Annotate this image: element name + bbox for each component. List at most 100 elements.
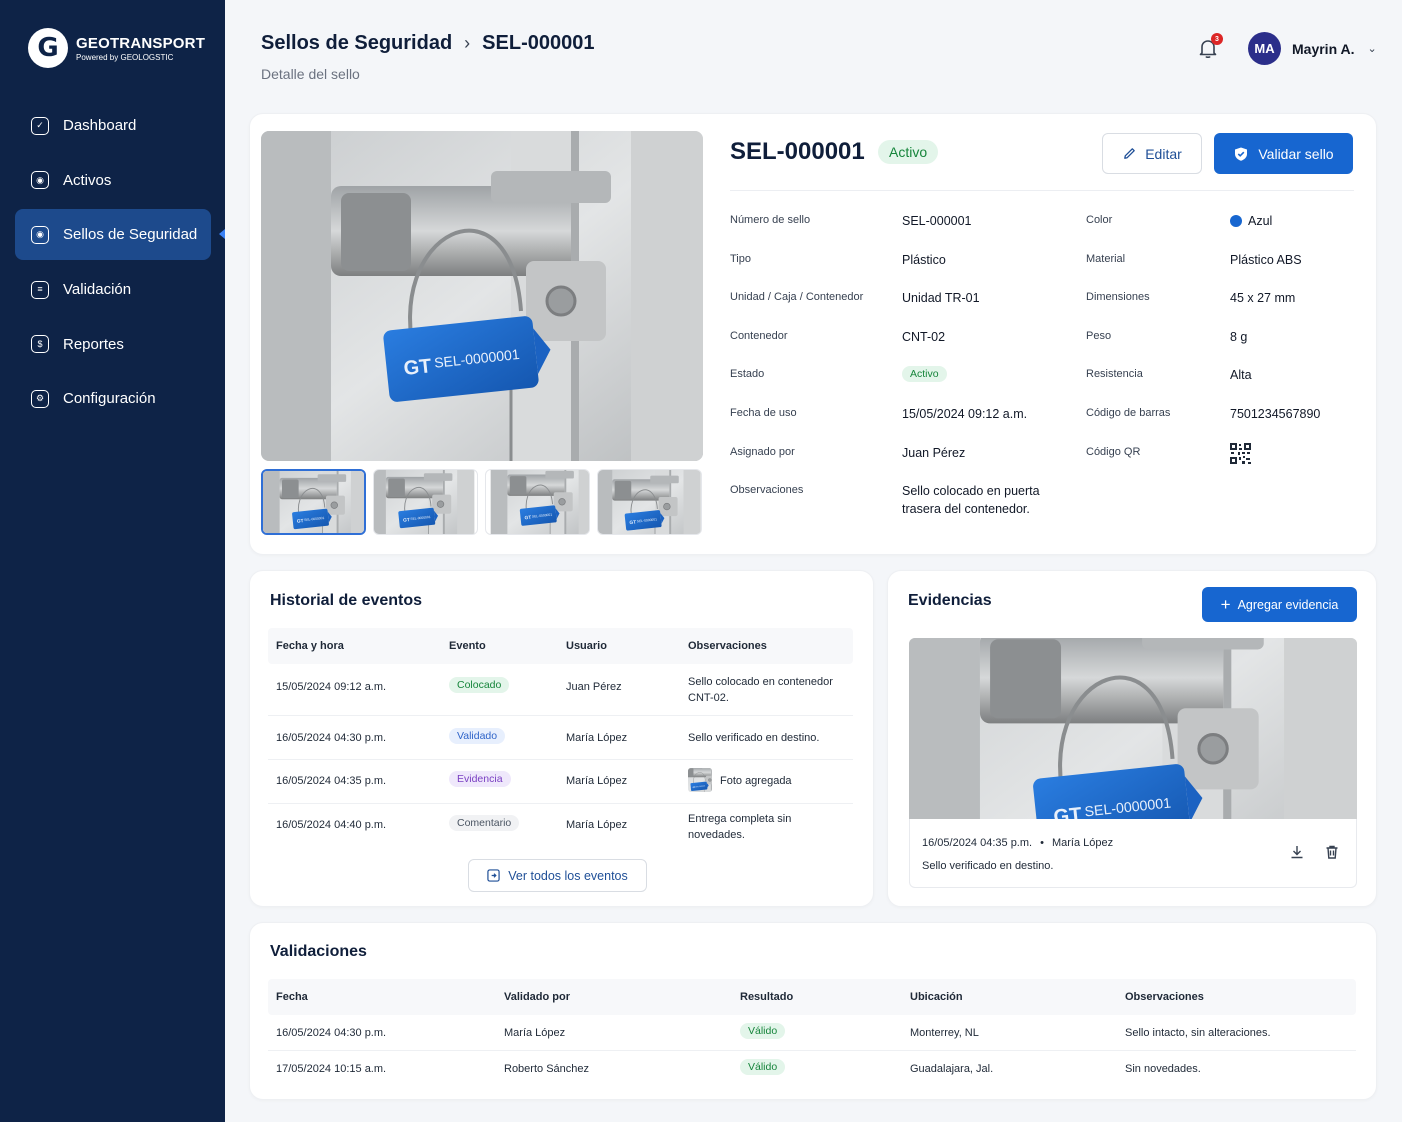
brand-powered: Powered by GEOLOGSTIC [76, 52, 174, 62]
status-badge: Activo [878, 140, 939, 164]
sidebar-item-label: Activos [63, 171, 112, 189]
field-label-dimensions: Dimensiones [1086, 291, 1150, 303]
field-label-use-date: Fecha de uso [730, 407, 797, 419]
thumbnail-3[interactable] [485, 469, 590, 535]
breadcrumb-parent[interactable]: Sellos de Seguridad [261, 32, 452, 55]
view-all-label: Ver todos los eventos [508, 868, 628, 883]
field-label-unit: Unidad / Caja / Contenedor [730, 291, 864, 303]
field-label-weight: Peso [1086, 330, 1112, 342]
user-menu[interactable]: MA Mayrin A. ⌄ [1248, 32, 1377, 65]
evidence-title: Evidencias [908, 592, 992, 609]
validations-col-date: Fecha [276, 991, 308, 1003]
reports-icon: $ [31, 335, 49, 354]
history-date: 16/05/2024 04:35 p.m. [276, 775, 387, 787]
validation-by: Roberto Sánchez [504, 1063, 589, 1075]
validation-icon: ≡ [31, 280, 49, 299]
seal-main-photo [261, 131, 703, 461]
color-value: Azul [1248, 214, 1273, 228]
page-subtitle: Detalle del sello [261, 66, 360, 82]
sidebar-item-configuracion[interactable]: ⚙ Configuración [15, 373, 211, 424]
history-obs: Sello colocado en contenedor CNT-02. [688, 674, 833, 706]
field-value-material: Plástico ABS [1230, 253, 1302, 267]
evidence-separator: • [1040, 837, 1044, 849]
field-label-assigned-by: Asignado por [730, 446, 795, 458]
thumbnail-4[interactable] [597, 469, 702, 535]
sidebar: G GEOTRANSPORT Powered by GEOLOGSTIC ✓ D… [0, 0, 225, 1122]
field-value-seal-number: SEL-000001 [902, 214, 972, 228]
avatar: MA [1248, 32, 1281, 65]
history-user: María López [566, 732, 628, 744]
sidebar-item-validacion[interactable]: ≡ Validación [15, 264, 211, 315]
observations-line-2: trasera del contenedor. [902, 502, 1030, 516]
settings-icon: ⚙ [31, 389, 49, 408]
evidence-date: 16/05/2024 04:35 p.m. [922, 837, 1033, 849]
add-evidence-label: Agregar evidencia [1237, 597, 1339, 612]
validation-location: Monterrey, NL [910, 1027, 979, 1039]
validations-col-location: Ubicación [910, 991, 963, 1003]
breadcrumb-current: SEL-000001 [482, 32, 595, 54]
field-value-dimensions: 45 x 27 mm [1230, 291, 1296, 305]
validate-seal-button[interactable]: Validar sello [1214, 133, 1353, 174]
field-label-material: Material [1086, 253, 1126, 265]
evidence-thumbnail[interactable] [688, 768, 712, 792]
field-label-seal-number: Número de sello [730, 214, 811, 226]
field-value-color: Azul [1230, 212, 1272, 230]
divider [730, 190, 1354, 191]
qr-code-icon[interactable] [1230, 443, 1251, 464]
breadcrumb: Sellos de Seguridad › SEL-000001 [261, 32, 594, 55]
event-badge: Evidencia [449, 771, 511, 787]
field-value-weight: 8 g [1230, 330, 1248, 344]
external-link-icon [487, 869, 500, 882]
field-label-barcode: Código de barras [1086, 407, 1171, 419]
evidence-photo[interactable] [909, 638, 1357, 819]
seal-icon: ◉ [31, 225, 49, 244]
thumbnail-2[interactable] [373, 469, 478, 535]
field-label-resistance: Resistencia [1086, 368, 1143, 380]
event-badge: Comentario [449, 815, 520, 831]
edit-button[interactable]: Editar [1102, 133, 1202, 174]
history-col-event: Evento [449, 640, 486, 652]
field-label-observations: Observaciones [730, 484, 804, 496]
field-value-unit: Unidad TR-01 [902, 291, 980, 305]
field-value-resistance: Alta [1230, 368, 1252, 382]
notification-badge: 3 [1211, 33, 1223, 45]
history-obs-line-1: Sello colocado en contenedor [688, 676, 833, 688]
sidebar-item-dashboard[interactable]: ✓ Dashboard [15, 100, 211, 151]
validation-location: Guadalajara, Jal. [910, 1063, 994, 1075]
field-label-type: Tipo [730, 253, 751, 265]
brand-logo[interactable]: G GEOTRANSPORT Powered by GEOLOGSTIC [28, 28, 205, 68]
chevron-down-icon: ⌄ [1367, 43, 1377, 55]
shield-check-icon [1235, 147, 1248, 161]
thumbnail-1[interactable] [261, 469, 366, 535]
validation-by: María López [504, 1027, 566, 1039]
row-divider [268, 759, 853, 760]
result-badge: Válido [740, 1059, 786, 1075]
history-date: 16/05/2024 04:30 p.m. [276, 732, 387, 744]
history-user: María López [566, 819, 628, 831]
row-divider [268, 1050, 1356, 1051]
sidebar-item-label: Dashboard [63, 117, 137, 134]
pencil-icon [1124, 148, 1136, 159]
trash-icon[interactable] [1323, 843, 1341, 861]
sidebar-nav: ✓ Dashboard ◉ Activos ◉ Sellos de Seguri… [15, 100, 225, 428]
observations-line-1: Sello colocado en puerta [902, 484, 1040, 498]
sidebar-item-activos[interactable]: ◉ Activos [15, 155, 211, 206]
history-col-date: Fecha y hora [276, 640, 344, 652]
status-badge-small: Activo [902, 366, 947, 382]
field-value-observations: Sello colocado en puerta trasera del con… [902, 482, 1040, 518]
evidence-user: María López [1051, 837, 1114, 849]
sidebar-item-reportes[interactable]: $ Reportes [15, 319, 211, 370]
field-value-use-date: 15/05/2024 09:12 a.m. [902, 407, 1028, 421]
view-all-events-button[interactable]: Ver todos los eventos [468, 859, 647, 892]
evidence-note: Sello verificado en destino. [922, 860, 1054, 872]
sidebar-item-sellos[interactable]: ◉ Sellos de Seguridad [15, 209, 225, 261]
validate-button-label: Validar sello [1258, 145, 1334, 162]
history-user: María López [566, 775, 628, 787]
download-icon[interactable] [1288, 843, 1306, 861]
field-value-assigned-by: Juan Pérez [902, 446, 966, 460]
add-evidence-button[interactable]: + Agregar evidencia [1202, 587, 1357, 622]
event-badge: Validado [449, 728, 506, 744]
history-title: Historial de eventos [270, 592, 423, 609]
validation-date: 16/05/2024 04:30 p.m. [276, 1027, 387, 1039]
field-value-container: CNT-02 [902, 330, 946, 344]
